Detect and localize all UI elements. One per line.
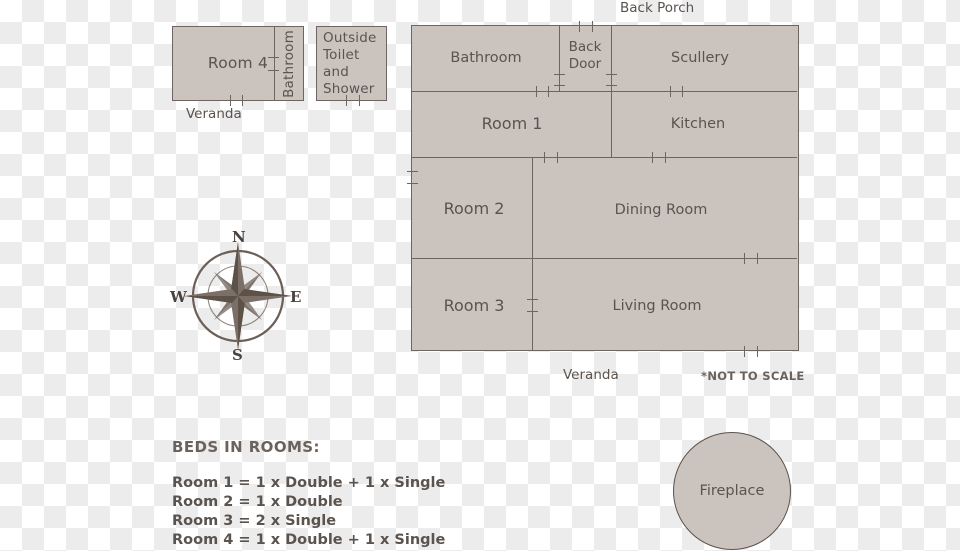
door-tick bbox=[652, 152, 653, 163]
plan-label-room2: Room 2 bbox=[443, 199, 505, 218]
interior-wall bbox=[532, 157, 533, 351]
door-tick bbox=[670, 86, 671, 97]
room-outside-toilet-and-shower: Outside Toilet and Shower bbox=[316, 26, 387, 101]
door-tick bbox=[606, 74, 617, 75]
room4-label: Room 4 bbox=[207, 53, 269, 72]
interior-wall bbox=[559, 26, 560, 91]
legend-row-room4: Room 4 = 1 x Double + 1 x Single bbox=[172, 532, 446, 548]
door-tick bbox=[407, 171, 418, 172]
plan-label-room1: Room 1 bbox=[481, 114, 543, 133]
compass-label-south: S bbox=[232, 346, 243, 364]
door-tick bbox=[548, 86, 549, 97]
fireplace-marker: Fireplace bbox=[673, 432, 791, 550]
door-tick bbox=[230, 95, 231, 106]
door-tick bbox=[682, 86, 683, 97]
legend-row-room3: Room 3 = 2 x Single bbox=[172, 513, 337, 529]
interior-wall bbox=[611, 26, 612, 157]
plan-label-kitchen: Kitchen bbox=[670, 115, 726, 132]
compass-cardinal-star bbox=[184, 242, 292, 350]
door-tick bbox=[359, 95, 360, 106]
plan-label-back-door: Back Door bbox=[568, 39, 602, 72]
door-tick bbox=[268, 70, 279, 71]
interior-wall bbox=[412, 91, 612, 92]
plan-label-bathroom: Bathroom bbox=[450, 49, 522, 66]
door-tick bbox=[407, 183, 418, 184]
plan-label-scullery: Scullery bbox=[671, 49, 729, 66]
beds-in-rooms-legend: BEDS IN ROOMS: Room 1 = 1 x Double + 1 x… bbox=[172, 438, 445, 550]
bathroom-strip-label: Bathroom bbox=[281, 29, 297, 98]
fireplace-label: Fireplace bbox=[699, 483, 765, 499]
compass-label-east: E bbox=[290, 288, 302, 306]
legend-row-room2: Room 2 = 1 x Double bbox=[172, 494, 343, 510]
door-tick bbox=[544, 152, 545, 163]
door-tick bbox=[744, 346, 745, 357]
door-tick bbox=[557, 152, 558, 163]
door-tick bbox=[554, 74, 565, 75]
plan-label-room3: Room 3 bbox=[443, 296, 505, 315]
compass-label-north: N bbox=[232, 228, 246, 246]
door-tick bbox=[757, 346, 758, 357]
door-tick bbox=[527, 299, 538, 300]
door-tick bbox=[579, 21, 580, 32]
not-to-scale-note: *NOT TO SCALE bbox=[701, 369, 805, 383]
floor-plan-canvas: Room 4 Bathroom Veranda Outside Toilet a… bbox=[0, 0, 960, 551]
door-tick bbox=[757, 253, 758, 264]
interior-wall bbox=[412, 258, 797, 259]
back-porch-label: Back Porch bbox=[620, 0, 695, 16]
compass-rose: N E S W bbox=[168, 228, 308, 364]
veranda-left-label: Veranda bbox=[186, 106, 242, 122]
legend-row-room1: Room 1 = 1 x Double + 1 x Single bbox=[172, 475, 446, 491]
plan-label-dining-room: Dining Room bbox=[614, 201, 708, 218]
main-floor-plan: Bathroom Back Door Scullery Room 1 Kitch… bbox=[407, 21, 799, 357]
room-bathroom-outbuilding: Bathroom bbox=[274, 26, 304, 101]
interior-wall bbox=[412, 157, 797, 158]
door-tick bbox=[744, 253, 745, 264]
legend-title: BEDS IN ROOMS: bbox=[172, 438, 320, 456]
door-tick bbox=[606, 85, 617, 86]
door-tick bbox=[527, 311, 538, 312]
door-tick bbox=[554, 85, 565, 86]
veranda-bottom-label: Veranda bbox=[563, 367, 619, 383]
door-tick bbox=[592, 21, 593, 32]
door-tick bbox=[346, 95, 347, 106]
door-tick bbox=[268, 57, 279, 58]
compass-rose-graphic bbox=[184, 242, 292, 350]
compass-label-west: W bbox=[170, 288, 187, 306]
door-tick bbox=[536, 86, 537, 97]
door-tick bbox=[242, 95, 243, 106]
outside-toilet-label: Outside Toilet and Shower bbox=[323, 30, 377, 97]
door-tick bbox=[665, 152, 666, 163]
interior-wall bbox=[612, 91, 797, 92]
plan-label-living-room: Living Room bbox=[612, 297, 702, 314]
